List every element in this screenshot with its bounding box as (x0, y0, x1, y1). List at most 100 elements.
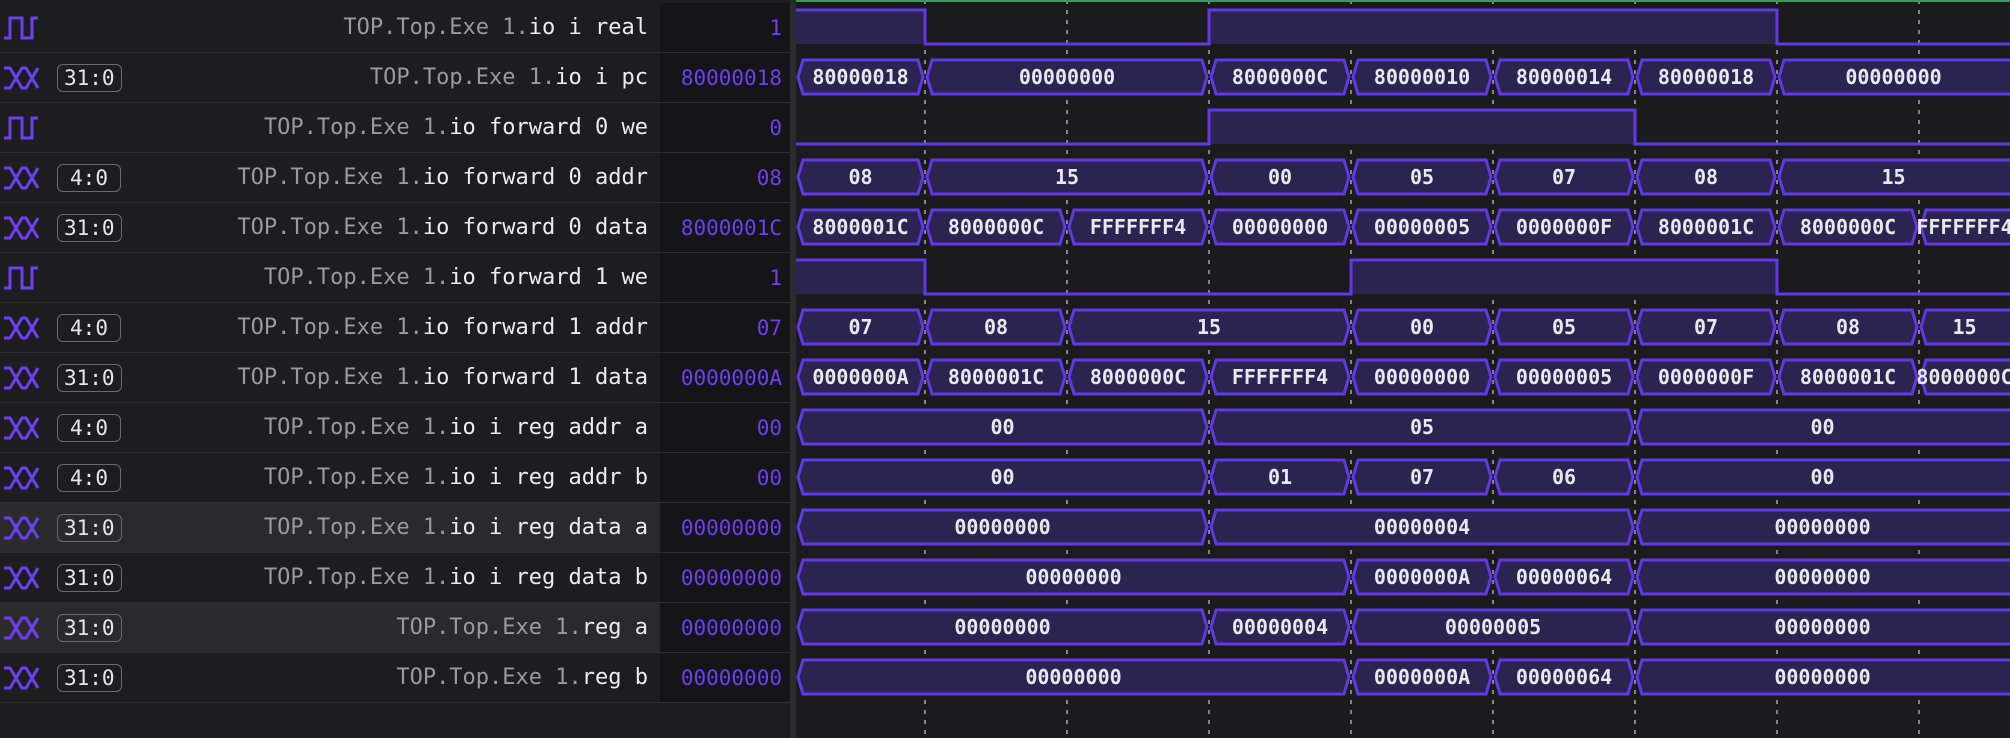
bus-value-label: 8000000C (1800, 215, 1896, 239)
bus-value-label: 8000000C (1090, 365, 1186, 389)
bus-signal-icon (4, 66, 40, 90)
signal-leaf-name: io forward 1 addr (422, 315, 648, 340)
signal-list-panel: TOP.Top.Exe 1.io i real 1 31:0 TOP.Top.Exe … (0, 0, 790, 738)
bus-value-label: 00 (1410, 315, 1434, 339)
signal-name: TOP.Top.Exe 1.io forward 1 addr (237, 303, 648, 353)
waveform-canvas[interactable]: 80000018 00000000 8000000C 80000010 80000014… (796, 0, 2010, 738)
signal-leaf-name: io i reg addr a (449, 415, 648, 440)
bus-signal-icon (4, 516, 40, 540)
bus-signal-icon (4, 416, 40, 440)
bit-width-badge: 31:0 (57, 564, 122, 592)
bus-value-label: 0000000F (1516, 215, 1612, 239)
bus-value-label: 15 (1055, 165, 1079, 189)
signal-scope: TOP.Top.Exe 1. (263, 565, 450, 590)
waveform-panel[interactable]: 80000018 00000000 8000000C 80000010 80000014… (796, 0, 2010, 738)
bus-value-label: 0000000F (1658, 365, 1754, 389)
signal-name: TOP.Top.Exe 1.io i reg addr a (264, 403, 648, 453)
bus-value-label: 00000000 (1232, 215, 1328, 239)
signal-scope: TOP.Top.Exe 1. (263, 265, 450, 290)
signal-row[interactable]: TOP.Top.Exe 1.io forward 0 we 0 (0, 103, 790, 153)
bit-width-badge: 31:0 (57, 614, 122, 642)
bit-high-fill (1209, 110, 1635, 144)
bus-value-label: 8000001C (1658, 215, 1754, 239)
signal-leaf-name: io i reg addr b (449, 465, 648, 490)
bit-signal-icon (4, 116, 38, 140)
signal-row[interactable]: 31:0 TOP.Top.Exe 1.reg a 00000000 (0, 603, 790, 653)
bus-signal-icon (4, 616, 40, 640)
bus-value-label: FFFFFFF4 (1090, 215, 1186, 239)
bus-value-label: 8000001C (1800, 365, 1896, 389)
bus-value-label: 08 (984, 315, 1008, 339)
bus-value-label: 05 (1410, 165, 1434, 189)
bus-value-label: 00000005 (1445, 615, 1541, 639)
bus-value-label: 05 (1410, 415, 1434, 439)
bus-value-label: 80000010 (1374, 65, 1470, 89)
bus-signal-icon (4, 216, 40, 240)
signal-row[interactable]: 31:0 TOP.Top.Exe 1.io forward 1 data 00000… (0, 353, 790, 403)
signal-cursor-value: 1 (660, 3, 790, 52)
signal-row[interactable]: 4:0 TOP.Top.Exe 1.io forward 1 addr 07 (0, 303, 790, 353)
bit-signal-icon (4, 266, 38, 290)
bus-value-label: 0000000A (1374, 565, 1470, 589)
bus-value-label: 15 (1881, 165, 1905, 189)
signal-scope: TOP.Top.Exe 1. (343, 15, 529, 40)
signal-cursor-value: 8000001C (660, 203, 790, 252)
bus-value-label: 00 (1268, 165, 1292, 189)
signal-name: TOP.Top.Exe 1.io i reg data b (264, 553, 648, 603)
signal-cursor-value: 00000000 (660, 553, 790, 602)
bus-value-label: 80000018 (812, 65, 908, 89)
signal-leaf-name: io i real (528, 15, 648, 40)
signal-cursor-value: 80000018 (660, 53, 790, 102)
bus-value-label: 06 (1552, 465, 1576, 489)
bus-value-label: 00000000 (1774, 615, 1870, 639)
bus-value-label: 00000064 (1516, 665, 1612, 689)
signal-leaf-name: io i reg data a (449, 515, 648, 540)
bus-value-label: 00 (990, 415, 1014, 439)
signal-name: TOP.Top.Exe 1.io i real (343, 3, 648, 53)
signal-cursor-value: 08 (660, 153, 790, 202)
bus-value-label: 8000001C (948, 365, 1044, 389)
signal-name: TOP.Top.Exe 1.reg b (396, 653, 648, 703)
bus-value-label: 07 (1410, 465, 1434, 489)
signal-leaf-name: io i pc (555, 65, 648, 90)
bus-value-label: 00000000 (1374, 365, 1470, 389)
signal-cursor-value: 00000000 (660, 503, 790, 552)
signal-name: TOP.Top.Exe 1.reg a (396, 603, 648, 653)
signal-name: TOP.Top.Exe 1.io forward 1 we (264, 253, 648, 303)
signal-row[interactable]: TOP.Top.Exe 1.io forward 1 we 1 (0, 253, 790, 303)
cursor-marker (796, 0, 2010, 2)
bus-value-label: 00000000 (1845, 65, 1941, 89)
bus-signal-icon (4, 166, 40, 190)
signal-row[interactable]: 31:0 TOP.Top.Exe 1.io forward 0 data 80000… (0, 203, 790, 253)
bus-value-label: 00 (1810, 465, 1834, 489)
bus-value-label: 08 (848, 165, 872, 189)
bus-signal-icon (4, 366, 40, 390)
signal-cursor-value: 1 (660, 253, 790, 302)
signal-row[interactable]: 31:0 TOP.Top.Exe 1.io i reg data a 0000000… (0, 503, 790, 553)
signal-name: TOP.Top.Exe 1.io i pc (370, 53, 648, 103)
bit-width-badge: 4:0 (57, 314, 121, 342)
signal-leaf-name: io forward 1 we (449, 265, 648, 290)
signal-name: TOP.Top.Exe 1.io forward 0 data (237, 203, 648, 253)
signal-row[interactable]: 31:0 TOP.Top.Exe 1.reg b 00000000 (0, 653, 790, 703)
bit-width-badge: 31:0 (57, 514, 122, 542)
signal-cursor-value: 00 (660, 453, 790, 502)
bit-width-badge: 31:0 (57, 364, 122, 392)
signal-cursor-value: 0 (660, 103, 790, 152)
signal-leaf-name: reg b (581, 665, 648, 690)
signal-row[interactable]: TOP.Top.Exe 1.io i real 1 (0, 3, 790, 53)
bus-value-label: 05 (1552, 315, 1576, 339)
signal-scope: TOP.Top.Exe 1. (369, 65, 556, 90)
bus-signal-icon (4, 666, 40, 690)
signal-row[interactable]: 31:0 TOP.Top.Exe 1.io i pc 80000018 (0, 53, 790, 103)
signal-row[interactable]: 4:0 TOP.Top.Exe 1.io i reg addr b 00 (0, 453, 790, 503)
signal-cursor-value: 00000000 (660, 603, 790, 652)
signal-row[interactable]: 4:0 TOP.Top.Exe 1.io i reg addr a 00 (0, 403, 790, 453)
signal-row[interactable]: 31:0 TOP.Top.Exe 1.io i reg data b 0000000… (0, 553, 790, 603)
bus-value-label: FFFFFFF4 (1916, 215, 2010, 239)
signal-leaf-name: io forward 0 addr (422, 165, 648, 190)
bus-value-label: 00000004 (1232, 615, 1328, 639)
bus-value-label: 00000005 (1516, 365, 1612, 389)
signal-cursor-value: 00000000 (660, 653, 790, 702)
signal-row[interactable]: 4:0 TOP.Top.Exe 1.io forward 0 addr 08 (0, 153, 790, 203)
